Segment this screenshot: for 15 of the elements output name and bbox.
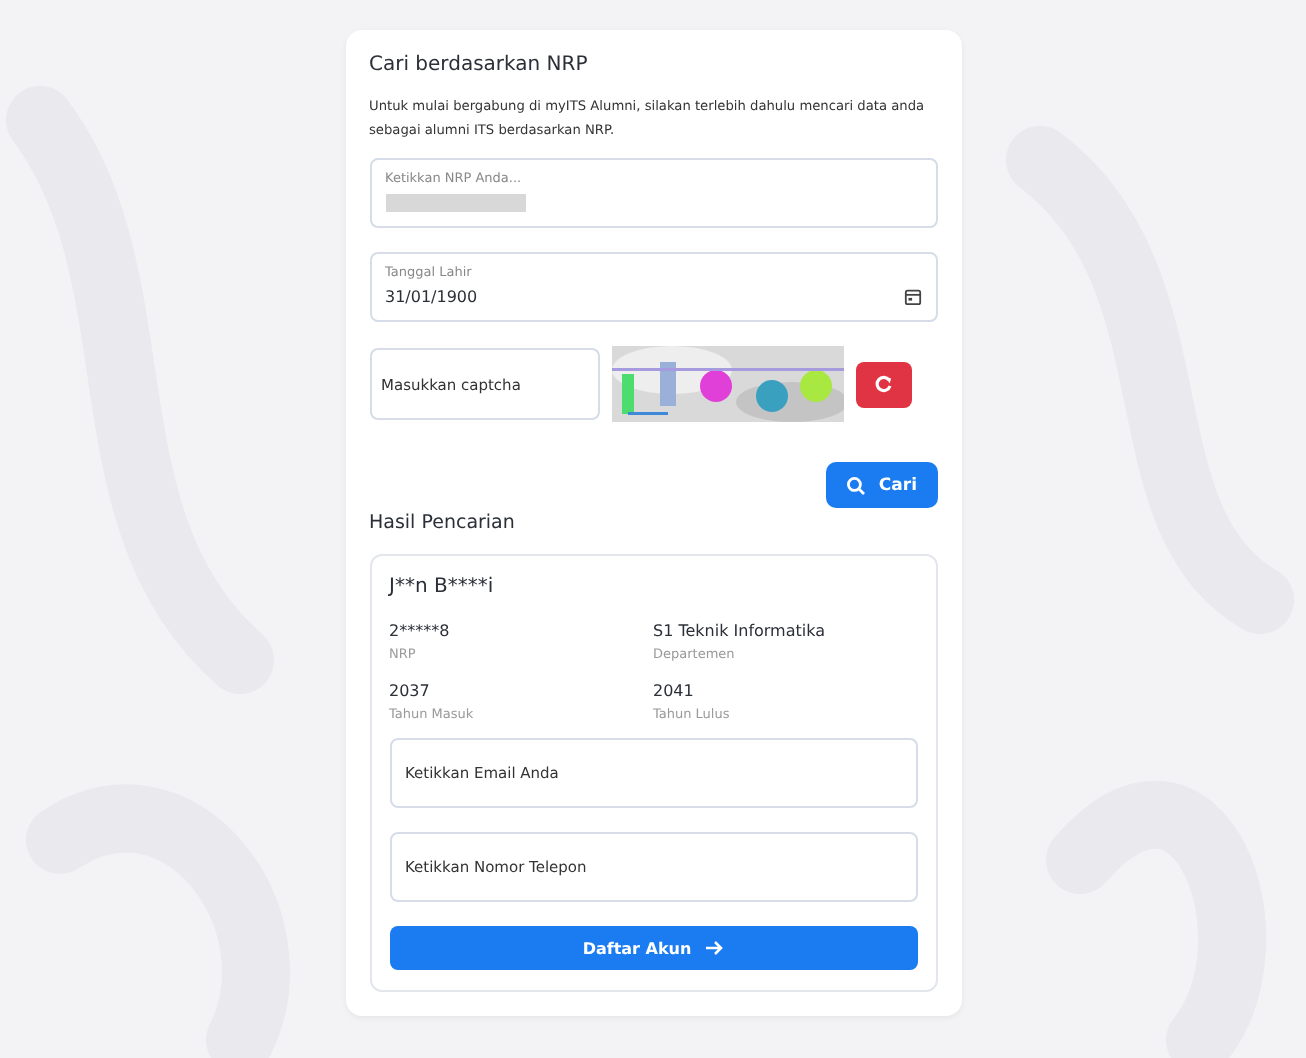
arrow-right-icon [703,938,724,958]
calendar-icon[interactable] [903,288,921,306]
results-title: Hasil Pencarian [369,512,517,534]
search-button[interactable]: Cari [826,462,937,508]
section-title: Cari berdasarkan NRP [369,54,590,76]
info-value: 2*****8 [389,622,452,640]
info-value: 2041 [653,682,696,700]
register-button[interactable]: Daftar Akun [389,926,917,970]
date-value: 31/01/1900 [385,288,478,306]
search-icon [846,475,867,495]
info-value: 2037 [389,682,432,700]
person-name: J**n B****i [389,576,496,598]
refresh-button[interactable] [855,361,911,407]
info-value: S1 Teknik Informatika [653,622,827,640]
refresh-icon [873,374,893,394]
